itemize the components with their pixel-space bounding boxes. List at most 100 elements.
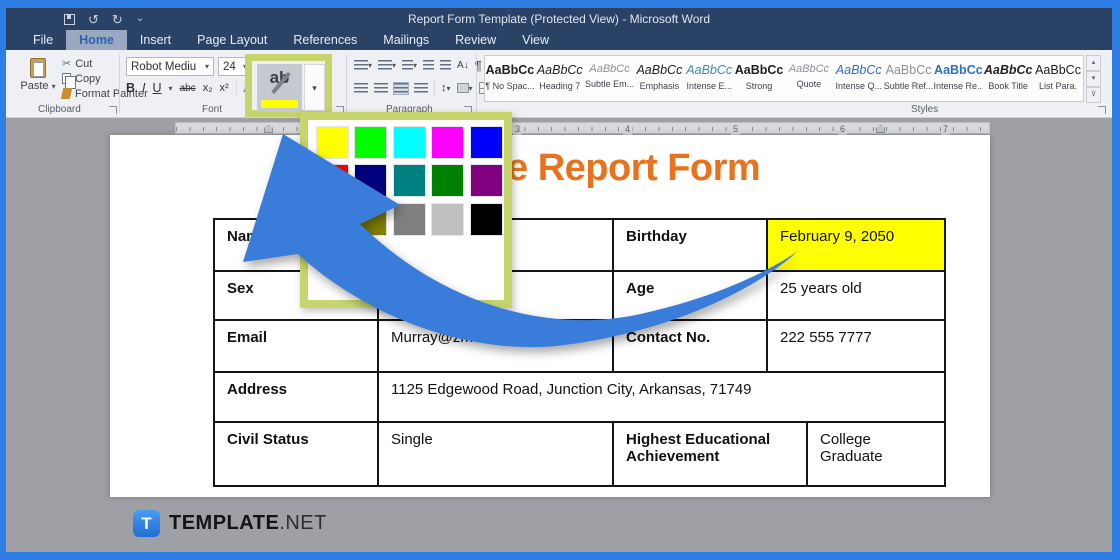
horizontal-ruler: 3 4 5 6 7 <box>175 122 990 135</box>
bullets-button[interactable]: ▾ <box>354 60 372 71</box>
style-list-paragraph[interactable]: AaBbCc List Para. <box>1033 56 1083 101</box>
swatch-yellow[interactable] <box>316 126 349 159</box>
civil-status-label-cell[interactable]: Civil Status <box>215 423 379 485</box>
tab-file[interactable]: File <box>20 30 66 50</box>
swatch-violet[interactable] <box>470 164 503 197</box>
undo-icon[interactable]: ↺ <box>88 13 99 26</box>
tab-home[interactable]: Home <box>66 30 127 50</box>
swatch-blue[interactable] <box>470 126 503 159</box>
numbering-button[interactable]: ▾ <box>378 60 396 71</box>
paste-button[interactable]: Paste ▾ <box>18 56 58 108</box>
text-highlight-color-button[interactable]: ab <box>257 64 302 111</box>
redo-icon[interactable]: ↻ <box>112 13 123 26</box>
ruler-number: 6 <box>838 123 848 135</box>
ribbon-tab-bar: File Home Insert Page Layout References … <box>6 30 1112 50</box>
style-subtle-reference[interactable]: AaBbCc Subtle Ref... <box>884 56 934 101</box>
tab-references[interactable]: References <box>280 30 370 50</box>
indent-marker[interactable] <box>264 125 273 133</box>
style-heading7[interactable]: AaBbCc Heading 7 <box>535 56 585 101</box>
styles-scroll-down-icon[interactable]: ▾ <box>1086 71 1101 87</box>
styles-dialog-launcher-icon[interactable] <box>1098 106 1106 114</box>
clipboard-group-label: Clipboard <box>38 104 81 115</box>
education-value-cell[interactable]: College Graduate <box>808 423 944 485</box>
customize-toolbar-icon[interactable]: ⌄ <box>136 14 144 24</box>
tab-insert[interactable]: Insert <box>127 30 184 50</box>
birthday-value-cell-highlighted[interactable]: February 9, 2050 <box>768 220 944 270</box>
ruler-number: 3 <box>513 123 523 135</box>
swatch-pink[interactable] <box>431 126 464 159</box>
swatch-dark-yellow[interactable] <box>354 203 387 236</box>
education-label-cell[interactable]: Highest Educational Achievement <box>614 423 808 485</box>
group-divider <box>119 54 120 113</box>
swatch-dark-red[interactable] <box>316 203 349 236</box>
indent-marker[interactable] <box>876 125 885 133</box>
copy-label: Copy <box>75 72 101 85</box>
age-label-cell[interactable]: Age <box>614 272 768 319</box>
contact-value-cell[interactable]: 222 555 7777 <box>768 321 944 371</box>
no-color-option[interactable]: No Color <box>318 251 393 266</box>
font-name-value: Robot Mediu <box>131 60 197 73</box>
paste-clipboard-icon <box>30 58 46 78</box>
tab-mailings[interactable]: Mailings <box>370 30 442 50</box>
style-intense-quote[interactable]: AaBbCc Intense Q... <box>834 56 884 101</box>
swatch-red[interactable] <box>316 164 349 197</box>
swatch-black[interactable] <box>470 203 503 236</box>
civil-status-value-cell[interactable]: Single <box>379 423 614 485</box>
document-page[interactable]: e Report Form Name Birthday February 9, … <box>110 135 990 497</box>
style-book-title[interactable]: AaBbCc Book Title <box>983 56 1033 101</box>
line-spacing-button[interactable]: ↕ ▾ <box>441 82 451 94</box>
justify-button[interactable] <box>414 82 428 94</box>
style-intense-reference[interactable]: AaBbCc Intense Re... <box>933 56 983 101</box>
tab-page-layout[interactable]: Page Layout <box>184 30 280 50</box>
paste-dropdown-icon[interactable]: ▾ <box>52 82 56 91</box>
stop-highlighting-option[interactable]: Stop Highlighting <box>346 280 437 294</box>
email-value-cell[interactable]: Murray@zmail.com <box>379 321 614 371</box>
style-quote[interactable]: AaBbCc Quote <box>784 56 834 101</box>
save-icon[interactable] <box>64 13 75 25</box>
template-net-icon: T <box>133 510 160 537</box>
scissors-icon: ✂ <box>62 58 72 70</box>
swatch-gray-25[interactable] <box>431 203 464 236</box>
style-subtle-emphasis[interactable]: AaBbCc Subtle Em... <box>585 56 635 101</box>
underline-dropdown-icon[interactable]: ▾ <box>169 84 173 93</box>
age-value-cell[interactable]: 25 years old <box>768 272 944 319</box>
align-center-button[interactable] <box>374 82 388 94</box>
style-emphasis[interactable]: AaBbCc Emphasis <box>634 56 684 101</box>
swatch-green[interactable] <box>431 164 464 197</box>
subscript-button[interactable]: x₂ <box>203 82 213 94</box>
shading-button[interactable]: ▾ <box>456 83 473 93</box>
address-label-cell[interactable]: Address <box>215 373 379 421</box>
font-name-select[interactable]: Robot Mediu ▾ <box>126 57 214 76</box>
underline-button[interactable]: U <box>153 81 162 95</box>
styles-scroll-up-icon[interactable]: ▴ <box>1086 55 1101 71</box>
style-intense-emphasis[interactable]: AaBbCc Intense E... <box>684 56 734 101</box>
clipboard-dialog-launcher-icon[interactable] <box>109 106 117 114</box>
swatch-turquoise[interactable] <box>393 126 426 159</box>
window-title: Report Form Template (Protected View) - … <box>407 12 711 26</box>
format-painter-icon <box>60 88 73 99</box>
tab-review[interactable]: Review <box>442 30 509 50</box>
birthday-label-cell[interactable]: Birthday <box>614 220 768 270</box>
superscript-button[interactable]: x² <box>219 82 228 94</box>
italic-button[interactable]: I <box>142 81 145 95</box>
highlight-dropdown-button[interactable]: ▾ <box>304 64 325 111</box>
styles-more-icon[interactable]: ⊽ <box>1086 87 1101 103</box>
contact-label-cell[interactable]: Contact No. <box>614 321 768 371</box>
align-left-button[interactable] <box>354 82 368 94</box>
align-right-button[interactable] <box>393 81 409 95</box>
style-strong[interactable]: AaBbCc Strong <box>734 56 784 101</box>
swatch-dark-blue[interactable] <box>354 164 387 197</box>
sort-button[interactable]: A↓ <box>457 60 469 71</box>
multilevel-list-button[interactable]: ▾ <box>402 60 417 71</box>
increase-indent-button[interactable] <box>440 60 452 71</box>
email-label-cell[interactable]: Email <box>215 321 379 371</box>
tab-view[interactable]: View <box>509 30 562 50</box>
swatch-bright-green[interactable] <box>354 126 387 159</box>
bold-button[interactable]: B <box>126 81 135 95</box>
address-value-cell[interactable]: 1125 Edgewood Road, Junction City, Arkan… <box>379 373 944 421</box>
strikethrough-button[interactable]: abc <box>180 83 196 94</box>
style-no-spacing[interactable]: AaBbCc ¶ No Spac... <box>485 56 535 101</box>
swatch-gray-50[interactable] <box>393 203 426 236</box>
swatch-teal[interactable] <box>393 164 426 197</box>
decrease-indent-button[interactable] <box>423 60 435 71</box>
